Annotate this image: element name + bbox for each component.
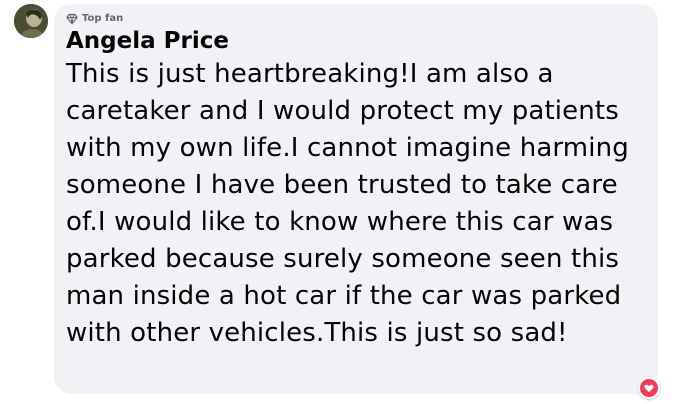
comment-text: This is just heartbreaking!I am also a c… [66, 59, 629, 348]
comment-author[interactable]: Angela Price [66, 27, 229, 55]
avatar[interactable] [14, 4, 48, 38]
comment-container: Top fan Angela Price This is just heartb… [0, 0, 700, 404]
diamond-icon [66, 13, 78, 25]
love-reaction-icon[interactable] [638, 377, 660, 399]
avatar-image [14, 4, 48, 38]
top-fan-badge: Top fan [66, 12, 123, 26]
badge-label: Top fan [82, 13, 124, 24]
comment-bubble: Top fan Angela Price This is just heartb… [54, 4, 658, 394]
